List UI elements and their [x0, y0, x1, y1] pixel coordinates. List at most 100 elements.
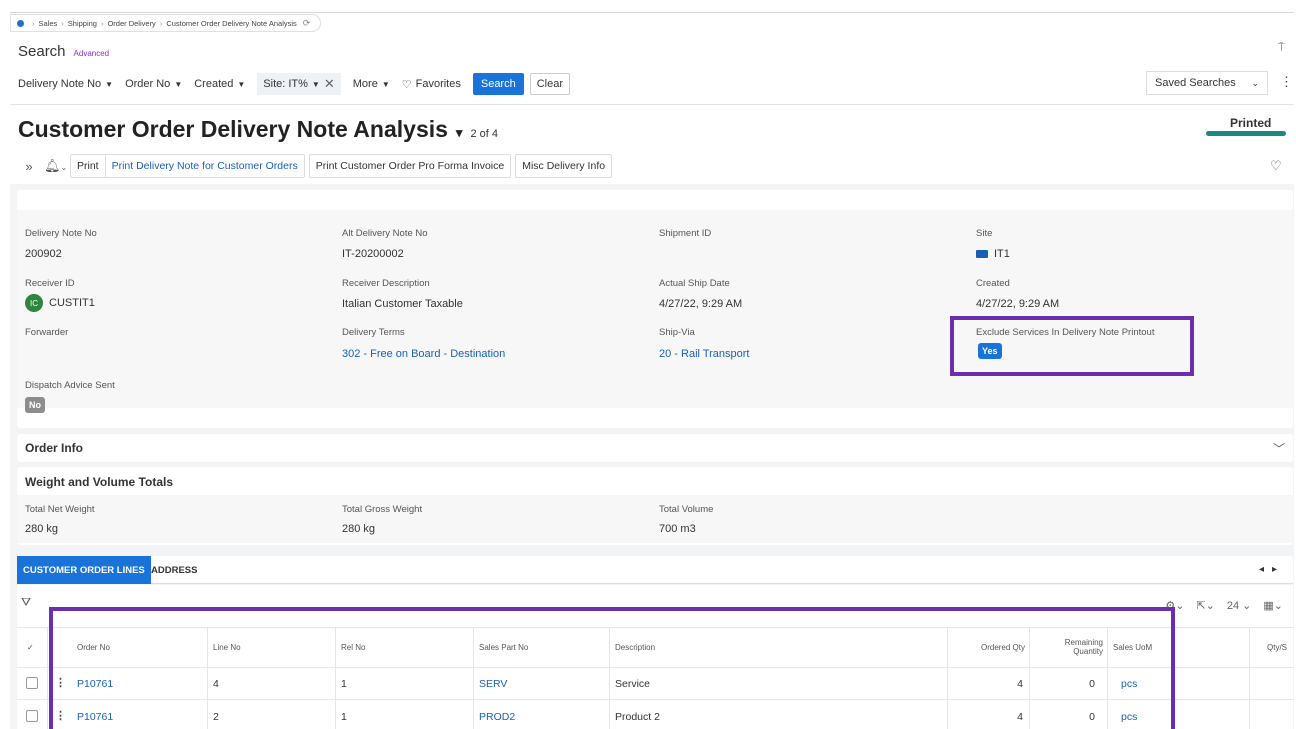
field-label: Actual Ship Date	[659, 278, 730, 289]
totals-band	[17, 495, 1293, 543]
table-tools: ⚙⌄ ⇱⌄ 24 ⌄ ▦⌄	[1165, 599, 1283, 612]
breadcrumb-item-sales[interactable]: Sales	[39, 19, 58, 28]
caret-down-icon: ▼	[105, 79, 114, 89]
status-bar	[1206, 131, 1286, 136]
print-button[interactable]: Print	[71, 155, 105, 177]
breadcrumb-item-shipping[interactable]: Shipping	[68, 19, 97, 28]
filter-delivery-note-no[interactable]: Delivery Note No ▼	[18, 78, 113, 90]
tab-address[interactable]: ADDRESS	[145, 556, 203, 584]
caret-down-icon: ▼	[381, 79, 390, 89]
search-title: Search	[18, 43, 66, 60]
breadcrumb-item-order-delivery[interactable]: Order Delivery	[107, 19, 155, 28]
home-icon[interactable]	[17, 19, 24, 27]
breadcrumb: › Sales › Shipping › Order Delivery › Cu…	[10, 14, 322, 32]
filter-bar: Delivery Note No ▼ Order No ▼ Created ▼ Sit…	[18, 72, 571, 96]
ship-via-link[interactable]: 20 - Rail Transport	[659, 348, 749, 360]
col-divider	[47, 627, 48, 729]
pin-icon[interactable]: ⍑	[1278, 42, 1285, 55]
misc-delivery-info-button[interactable]: Misc Delivery Info	[515, 154, 613, 178]
filter-site[interactable]: Site: IT% ▼ ✕	[257, 73, 341, 95]
chevron-right-icon: ›	[61, 18, 64, 28]
print-delivery-note-button[interactable]: Print Delivery Note for Customer Orders	[104, 155, 304, 177]
order-info-title: Order Info	[25, 441, 84, 455]
status-label: Printed	[1230, 116, 1272, 130]
caret-down-icon: ▼	[174, 79, 183, 89]
column-chooser-icon[interactable]: ▦⌄	[1263, 599, 1283, 612]
page-size-select[interactable]: 24 ⌄	[1227, 599, 1252, 612]
expand-icon[interactable]: »	[18, 159, 40, 174]
page-title: Customer Order Delivery Note Analysis	[18, 116, 448, 142]
advanced-search-link[interactable]: Advanced	[74, 49, 110, 58]
more-options-icon[interactable]: ⋮	[1280, 74, 1293, 90]
breadcrumb-item-current: Customer Order Delivery Note Analysis	[166, 18, 297, 28]
search-panel-title: Search Advanced	[18, 43, 109, 60]
row-checkbox[interactable]	[26, 677, 38, 689]
highlight-box	[950, 316, 1194, 376]
field-label: Receiver ID	[25, 278, 75, 289]
saved-searches-label: Saved Searches	[1155, 77, 1236, 89]
favorites-button[interactable]: ♡ Favorites	[402, 78, 461, 91]
clear-filter-icon[interactable]: ✕	[324, 76, 335, 92]
caret-down-icon: ▼	[237, 79, 246, 89]
chevron-right-icon: ›	[159, 18, 163, 28]
row-checkbox[interactable]	[26, 710, 38, 722]
delivery-note-no-value: 200902	[25, 248, 62, 260]
search-button[interactable]: Search	[472, 73, 524, 95]
tabs-row: CUSTOMER ORDER LINES ADDRESS ◂▸	[17, 556, 1293, 584]
filter-icon[interactable]: ⛛	[21, 595, 31, 610]
field-label: Total Gross Weight	[342, 504, 423, 515]
field-label: Delivery Terms	[342, 327, 405, 338]
heart-icon: ♡	[401, 78, 412, 91]
chevron-right-icon: ›	[100, 18, 104, 28]
filter-created[interactable]: Created ▼	[194, 78, 245, 90]
tab-customer-order-lines[interactable]: CUSTOMER ORDER LINES	[17, 556, 151, 584]
caret-down-icon[interactable]: ▾	[456, 125, 463, 141]
dispatch-advice-badge: No	[25, 397, 45, 413]
gross-weight-value: 280 kg	[342, 523, 376, 535]
field-label: Created	[976, 278, 1010, 289]
tab-scroll-arrows[interactable]: ◂▸	[1259, 564, 1285, 575]
net-weight-value: 280 kg	[25, 523, 59, 535]
header-fields-card: Delivery Note No 200902 Alt Delivery Not…	[17, 190, 1293, 428]
site-value: IT1	[976, 248, 1010, 260]
site-icon	[976, 250, 988, 259]
order-info-section[interactable]: Order Info ﹀	[17, 434, 1293, 462]
created-value: 4/27/22, 9:29 AM	[976, 298, 1060, 310]
caret-down-icon: ▼	[311, 79, 320, 89]
fields-band	[17, 210, 1293, 408]
field-label: Total Net Weight	[25, 504, 95, 515]
actual-ship-date-value: 4/27/22, 9:29 AM	[659, 298, 743, 310]
favorite-heart-icon[interactable]: ♡	[1270, 158, 1282, 174]
record-count: 2 of 4	[470, 128, 498, 140]
bell-icon[interactable]: 🔔︎⌄	[44, 158, 67, 174]
table-highlight-box	[49, 607, 1175, 729]
print-pro-forma-button[interactable]: Print Customer Order Pro Forma Invoice	[308, 154, 512, 178]
filter-order-no[interactable]: Order No ▼	[125, 78, 182, 90]
field-label: Shipment ID	[659, 228, 712, 239]
saved-searches-select[interactable]: Saved Searches ⌄	[1146, 71, 1268, 95]
delivery-terms-link[interactable]: 302 - Free on Board - Destination	[342, 348, 505, 360]
print-group: Print Print Delivery Note for Customer O…	[70, 154, 305, 178]
clear-button[interactable]: Clear	[529, 73, 571, 95]
filter-more[interactable]: More ▼	[353, 78, 390, 90]
export-icon[interactable]: ⇱⌄	[1196, 599, 1214, 612]
order-lines-table: ⛛ ⚙⌄ ⇱⌄ 24 ⌄ ▦⌄ ✓ Order No Line No Rel N…	[17, 585, 1293, 729]
col-divider	[1249, 627, 1250, 729]
divider	[10, 104, 1294, 105]
receiver-id-value[interactable]: IC CUSTIT1	[25, 294, 95, 312]
field-label: Delivery Note No	[25, 228, 97, 239]
field-label: Dispatch Advice Sent	[25, 380, 115, 391]
field-label: Site	[976, 228, 993, 239]
field-label: Receiver Description	[342, 278, 430, 289]
refresh-icon[interactable]: ⟳	[303, 18, 311, 29]
weight-volume-title: Weight and Volume Totals	[25, 475, 174, 489]
volume-value: 700 m3	[659, 523, 696, 535]
chevron-down-icon: ⌄	[1251, 77, 1259, 88]
field-label: Forwarder	[25, 327, 69, 338]
chevron-down-icon[interactable]: ﹀	[1273, 440, 1285, 457]
col-header-qty-s[interactable]: Qty/S	[1267, 627, 1287, 667]
select-all-checkbox[interactable]: ✓	[27, 627, 34, 667]
alt-delivery-note-no-value: IT-20200002	[342, 248, 404, 260]
avatar: IC	[25, 294, 43, 312]
command-bar: » 🔔︎⌄ Print Print Delivery Note for Cust…	[18, 152, 613, 180]
